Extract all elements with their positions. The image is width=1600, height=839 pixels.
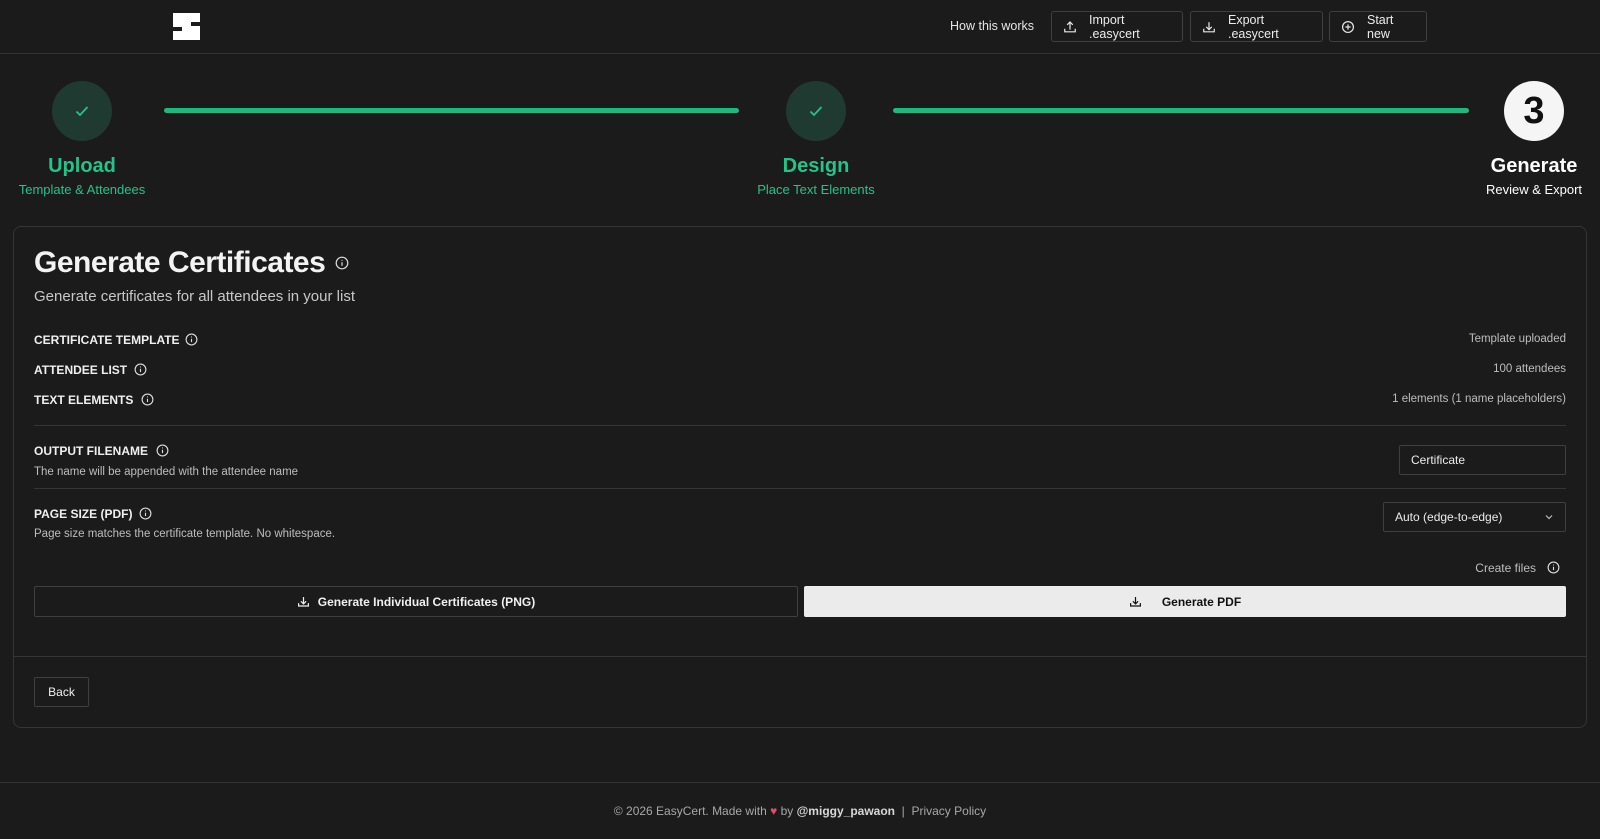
generate-pdf-label: Generate PDF	[1161, 594, 1242, 609]
step-upload-subtitle: Template & Attendees	[18, 182, 146, 197]
step-connector-1	[164, 108, 739, 113]
info-icon[interactable]	[185, 333, 198, 346]
step-generate-title: Generate	[1490, 155, 1578, 177]
top-header: How this works Import .easycert Export .…	[0, 0, 1600, 54]
start-new-button-label: Start new	[1367, 12, 1394, 41]
page-size-label: PAGE SIZE (PDF)	[34, 507, 133, 521]
info-icon[interactable]	[1547, 561, 1560, 574]
info-icon[interactable]	[156, 444, 169, 457]
page-size-select[interactable]: Auto (edge-to-edge)	[1383, 502, 1566, 532]
info-icon[interactable]	[141, 393, 154, 406]
download-icon	[1129, 597, 1141, 607]
step-design-title: Design	[782, 155, 850, 177]
heart-icon: ♥	[770, 804, 778, 818]
attendee-list-value: 100 attendees	[1493, 363, 1566, 375]
download-icon	[297, 597, 309, 607]
step-generate-circle: 3	[1504, 81, 1564, 141]
plus-circle-icon	[1341, 20, 1355, 33]
text-elements-value: 1 elements (1 name placeholders)	[1392, 393, 1566, 405]
info-icon[interactable]	[139, 507, 152, 520]
chevron-down-icon	[1545, 515, 1553, 520]
generate-png-button[interactable]: Generate Individual Certificates (PNG)	[34, 586, 798, 617]
attendee-list-label: ATTENDEE LIST	[34, 363, 128, 377]
export-button-label: Export .easycert	[1228, 12, 1279, 41]
page-title: Generate Certificates	[34, 246, 326, 279]
easycert-logo[interactable]	[173, 13, 200, 40]
how-it-works-link[interactable]: How this works	[950, 19, 1034, 33]
back-button[interactable]: Back	[34, 677, 89, 707]
generate-png-label: Generate Individual Certificates (PNG)	[317, 594, 536, 609]
certificate-template-label: CERTIFICATE TEMPLATE	[34, 333, 180, 347]
footer-copyright: © 2026 EasyCert. Made with	[613, 804, 767, 818]
checkmark-icon	[75, 106, 89, 117]
step-generate-subtitle: Review & Export	[1485, 182, 1583, 197]
start-new-button[interactable]: Start new	[1329, 11, 1427, 42]
download-icon	[1203, 21, 1215, 32]
info-icon[interactable]	[134, 363, 147, 376]
author-handle-link[interactable]: @miggy_pawaon	[797, 804, 895, 818]
checkmark-icon	[809, 106, 823, 117]
create-files-label: Create files	[1475, 561, 1536, 575]
step-design-subtitle: Place Text Elements	[757, 182, 875, 197]
privacy-policy-link[interactable]: Privacy Policy	[911, 804, 986, 818]
step-upload-circle	[52, 81, 112, 141]
page-footer: © 2026 EasyCert. Made with ♥ by @miggy_p…	[0, 804, 1600, 818]
step-design-circle	[786, 81, 846, 141]
page-subtitle: Generate certificates for all attendees …	[34, 288, 355, 305]
output-filename-hint: The name will be appended with the atten…	[34, 466, 299, 478]
output-filename-label: OUTPUT FILENAME	[34, 444, 148, 458]
footer-by: by	[780, 804, 794, 818]
generate-pdf-button[interactable]: Generate PDF	[804, 586, 1566, 617]
upload-icon	[1064, 20, 1076, 32]
certificate-template-value: Template uploaded	[1468, 333, 1566, 345]
page-size-hint: Page size matches the certificate templa…	[34, 528, 336, 540]
step-connector-2	[893, 108, 1469, 113]
page-size-selected-value: Auto (edge-to-edge)	[1395, 510, 1503, 524]
step-number: 3	[1523, 89, 1545, 132]
step-upload-title: Upload	[48, 155, 116, 177]
output-filename-input[interactable]	[1399, 445, 1566, 475]
text-elements-label: TEXT ELEMENTS	[34, 393, 134, 407]
footer-divider	[0, 782, 1600, 783]
export-button[interactable]: Export .easycert	[1190, 11, 1323, 42]
info-icon[interactable]	[335, 256, 349, 270]
footer-separator: |	[901, 804, 905, 818]
import-button[interactable]: Import .easycert	[1051, 11, 1183, 42]
section-divider	[34, 425, 1566, 426]
card-footer-divider	[14, 656, 1586, 657]
section-divider	[34, 488, 1566, 489]
import-button-label: Import .easycert	[1089, 12, 1140, 41]
